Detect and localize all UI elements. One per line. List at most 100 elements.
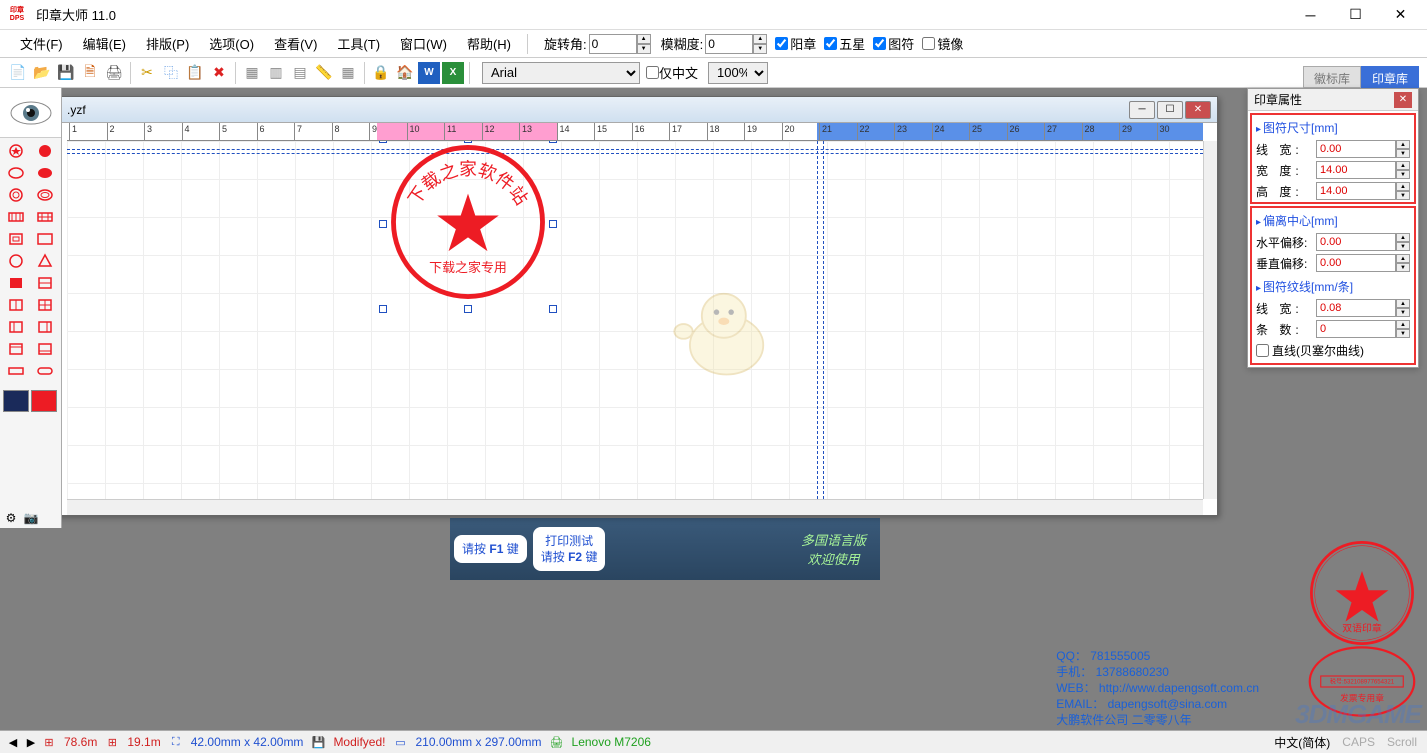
menu-view[interactable]: 查看(V) [264,30,327,57]
shape-tool-11[interactable] [32,251,58,271]
doc-titlebar[interactable]: .yzf ─ ☐ ✕ [9,97,1217,123]
canvas[interactable]: 下载之家软件站 下载之家专用 [67,141,1203,499]
doc-close[interactable]: ✕ [1185,101,1211,119]
shape-tool-3[interactable] [32,163,58,183]
line-width2-input[interactable] [1316,299,1396,317]
shape-tool-7[interactable] [32,207,58,227]
cut-icon[interactable]: ✂ [136,62,158,84]
shape-tool-14[interactable] [3,295,29,315]
right-tabs: 徽标库 印章库 [1303,66,1419,88]
status-scroll: Scroll [1387,735,1417,749]
shape-tool-20[interactable] [3,361,29,381]
shape-tool-13[interactable] [32,273,58,293]
chk-pattern[interactable]: 图符 [873,34,914,53]
panel-close-icon[interactable]: ✕ [1394,92,1412,108]
delete-icon[interactable]: ✖ [208,62,230,84]
sb-right-icon[interactable]: ▶ [23,734,39,750]
sb-left-icon[interactable]: ◀ [5,734,21,750]
blur-input[interactable] [705,34,753,54]
height-input[interactable] [1316,182,1396,200]
shape-tool-18[interactable] [3,339,29,359]
chk-star[interactable]: 五星 [824,34,865,53]
excel-icon[interactable]: X [442,62,464,84]
shape-tool-8[interactable] [3,229,29,249]
menu-layout[interactable]: 排版(P) [136,30,199,57]
chk-mirror[interactable]: 镜像 [922,34,963,53]
close-button[interactable]: ✕ [1378,1,1423,29]
new-icon[interactable]: 📄 [7,62,29,84]
color-navy[interactable] [3,390,29,412]
status-printer: Lenovo M7206 [572,735,651,749]
menu-tools[interactable]: 工具(T) [327,30,390,57]
shape-tool-15[interactable] [32,295,58,315]
shape-tool-10[interactable] [3,251,29,271]
menu-help[interactable]: 帮助(H) [457,30,521,57]
menu-options[interactable]: 选项(O) [199,30,264,57]
align3-icon[interactable]: ▤ [289,62,311,84]
lock-icon[interactable]: 🔒 [370,62,392,84]
align2-icon[interactable]: ▥ [265,62,287,84]
grid-icon[interactable]: ▦ [337,62,359,84]
tab-stamp-lib[interactable]: 印章库 [1361,66,1419,88]
stamp-preview-1[interactable]: 双语印章 [1307,538,1417,638]
chk-yang[interactable]: 阳章 [775,34,816,53]
sb-size-icon: ⛶ [168,734,184,750]
shape-tool-4[interactable] [3,185,29,205]
menu-edit[interactable]: 编辑(E) [73,30,136,57]
chk-zhonly[interactable]: 仅中文 [646,63,698,82]
home-icon[interactable]: 🏠 [394,62,416,84]
sb-y-icon: ⊞ [104,734,120,750]
shape-tool-19[interactable] [32,339,58,359]
status-size: 42.00mm x 42.00mm [191,735,304,749]
status-x: 78.6m [64,735,97,749]
shape-tool-17[interactable] [32,317,58,337]
shape-tool-9[interactable] [32,229,58,249]
shape-tool-21[interactable] [32,361,58,381]
blur-down[interactable]: ▼ [753,44,767,54]
shape-tool-2[interactable] [3,163,29,183]
svg-text:税号:532108977654321: 税号:532108977654321 [1330,678,1395,686]
doc-maximize[interactable]: ☐ [1157,101,1183,119]
shape-tool-6[interactable] [3,207,29,227]
word-icon[interactable]: W [418,62,440,84]
copy-icon[interactable]: ⿻ [160,62,182,84]
shape-tool-12[interactable] [3,273,29,293]
hoffset-input[interactable] [1316,233,1396,251]
hscrollbar[interactable] [67,499,1203,515]
shape-tool-5[interactable] [32,185,58,205]
rotate-input[interactable] [589,34,637,54]
minimize-button[interactable]: ─ [1288,1,1333,29]
align1-icon[interactable]: ▦ [241,62,263,84]
color-red[interactable] [31,390,57,412]
blur-up[interactable]: ▲ [753,34,767,44]
print-icon[interactable]: 🖨 [103,62,125,84]
shape-tool-16[interactable] [3,317,29,337]
line-width-input[interactable] [1316,140,1396,158]
chk-bezier[interactable]: 直线(贝塞尔曲线) [1256,342,1410,359]
open-icon[interactable]: 📂 [31,62,53,84]
voffset-input[interactable] [1316,254,1396,272]
width-input[interactable] [1316,161,1396,179]
ruler-horizontal[interactable]: 1234567891011121314151617181920212223242… [67,123,1203,141]
stamp-object[interactable]: 下载之家软件站 下载之家专用 [387,141,549,303]
font-select[interactable]: Arial [482,62,640,84]
rotate-down[interactable]: ▼ [637,44,651,54]
save-icon[interactable]: 💾 [55,62,77,84]
doc-minimize[interactable]: ─ [1129,101,1155,119]
ruler-icon[interactable]: 📏 [313,62,335,84]
paste-icon[interactable]: 📋 [184,62,206,84]
line-count-input[interactable] [1316,320,1396,338]
saveas-icon[interactable]: 🗎 [79,62,101,84]
rotate-up[interactable]: ▲ [637,34,651,44]
zoom-select[interactable]: 100% [708,62,768,84]
tool-settings-icon[interactable]: ⚙ [2,510,20,526]
tool-camera-icon[interactable]: 📷 [22,510,40,526]
tab-badge-lib[interactable]: 徽标库 [1303,66,1361,88]
shape-tool-1[interactable] [32,141,58,161]
menu-file[interactable]: 文件(F) [10,30,73,57]
vscrollbar[interactable] [1203,141,1217,499]
f1-key: 请按 F1 键 [454,535,527,563]
shape-tool-0[interactable] [3,141,29,161]
menu-window[interactable]: 窗口(W) [390,30,457,57]
maximize-button[interactable]: ☐ [1333,1,1378,29]
